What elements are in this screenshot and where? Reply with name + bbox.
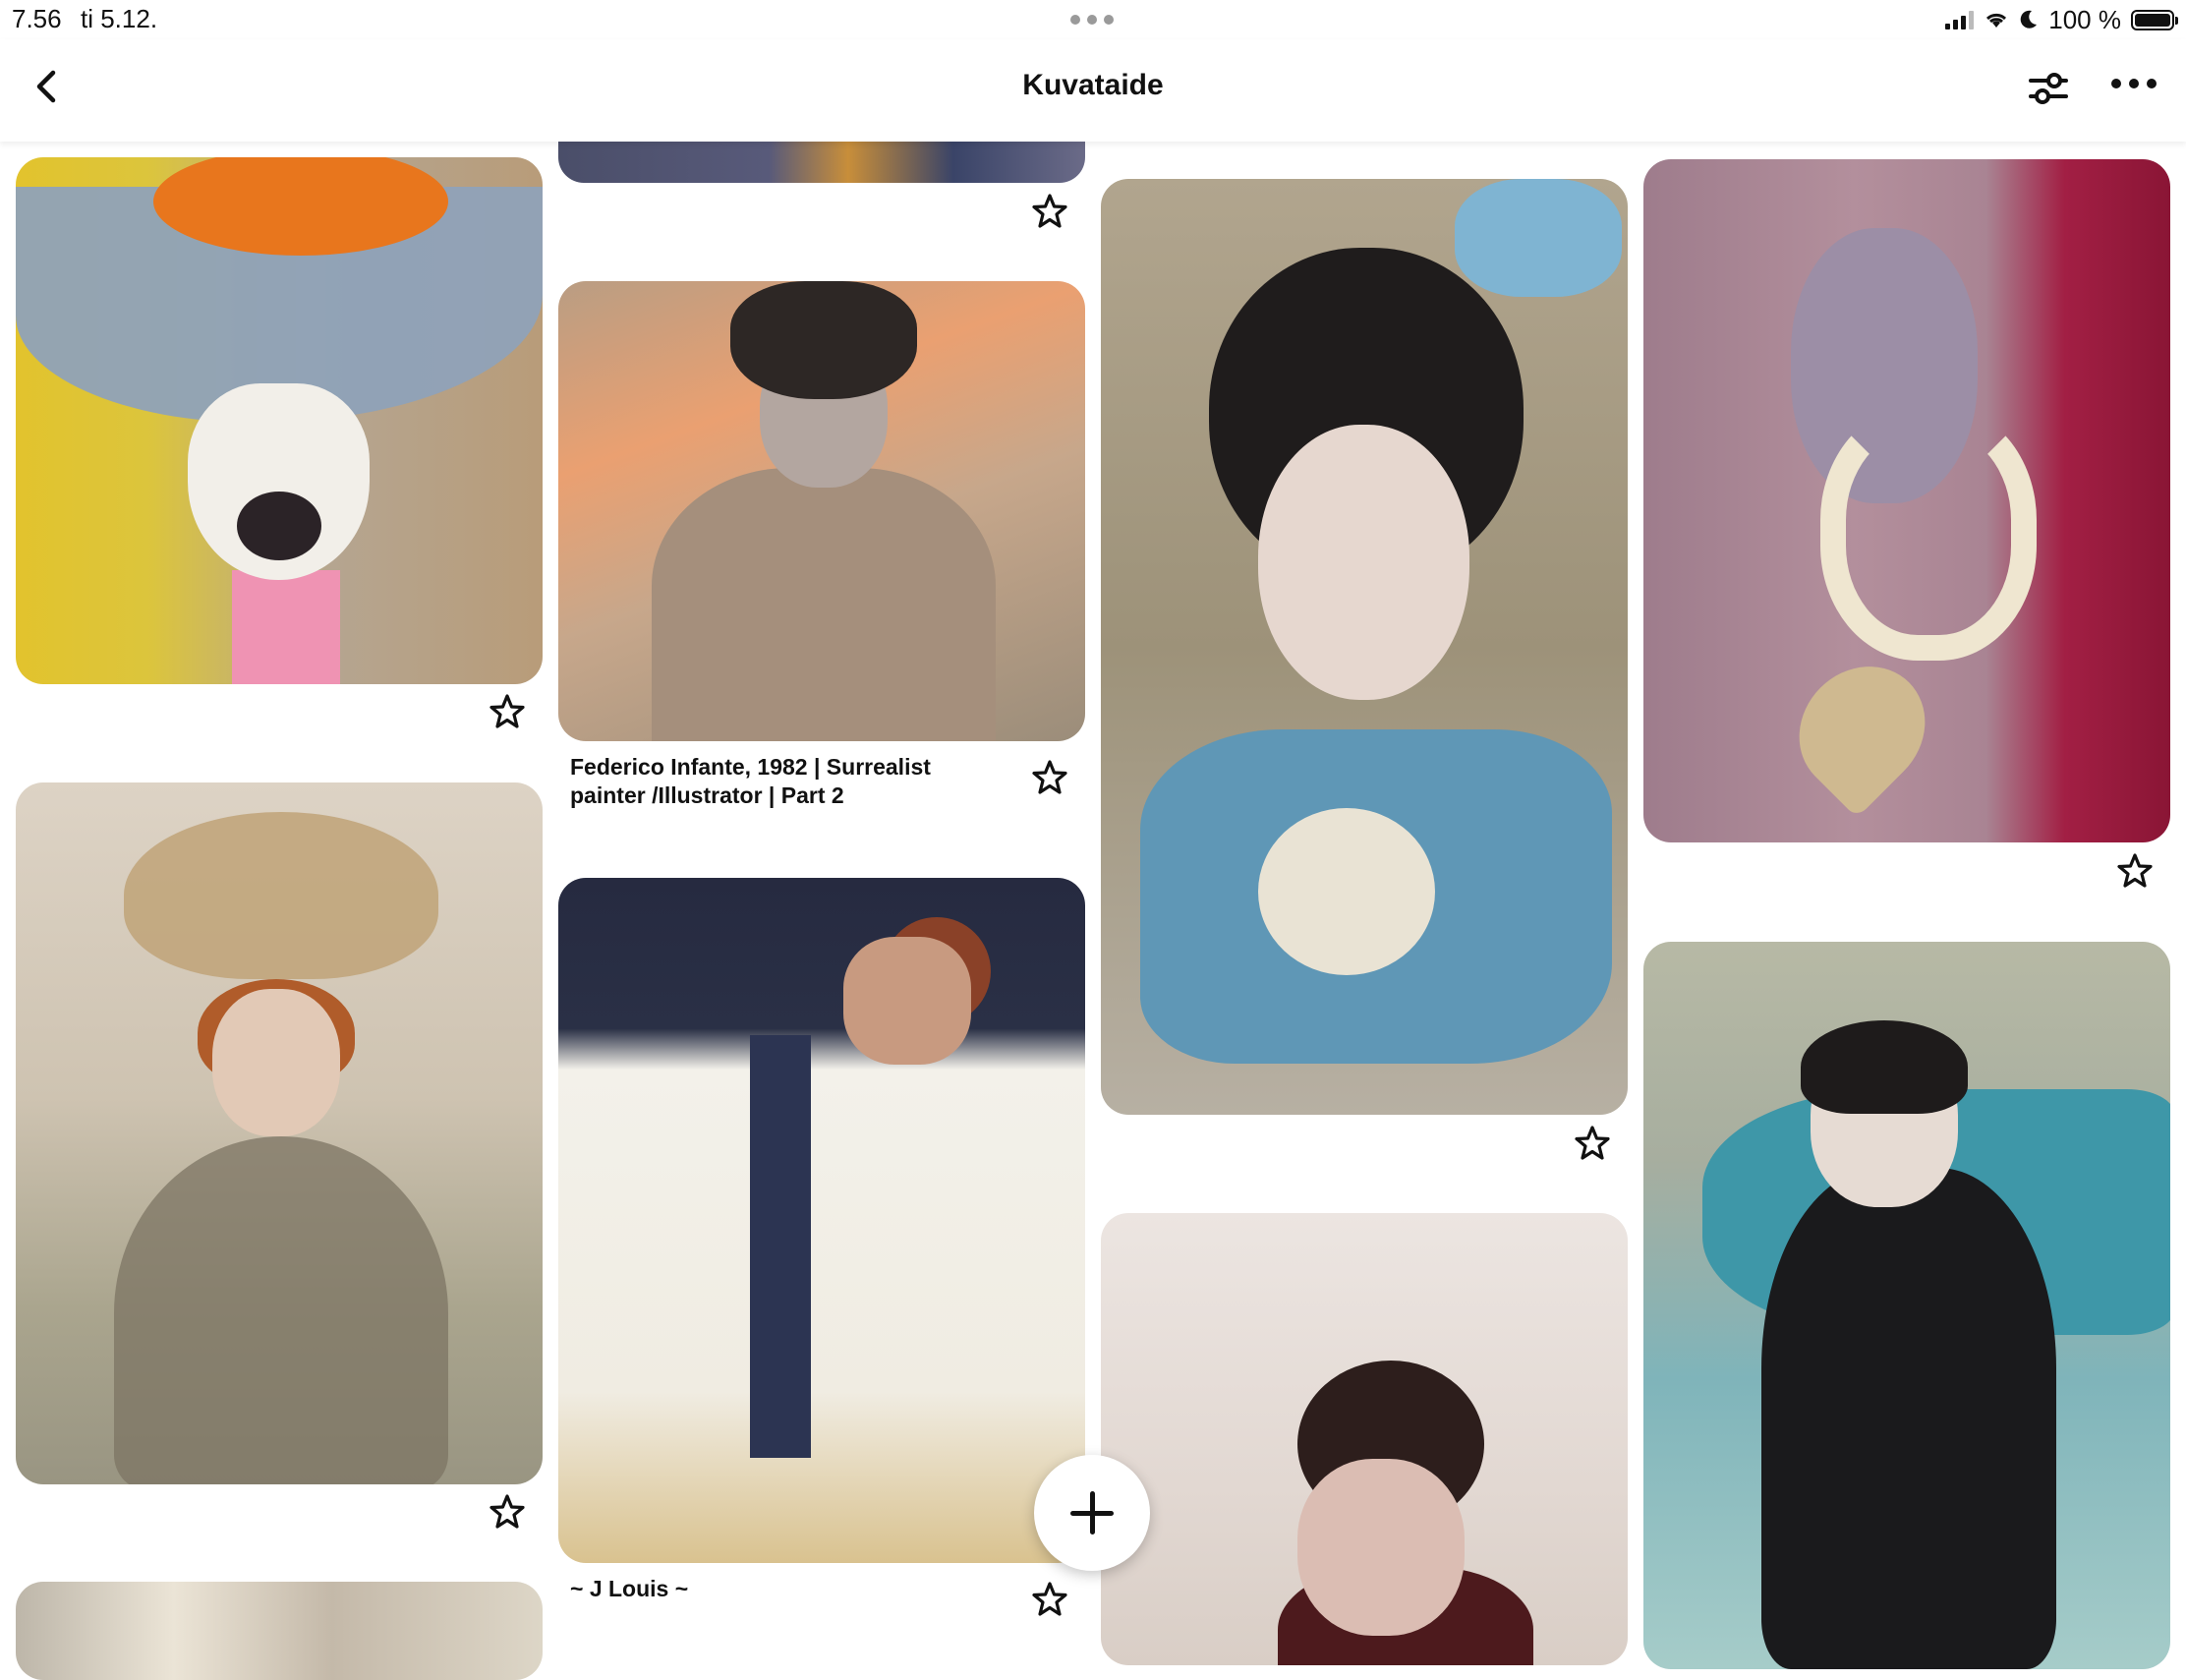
pin-collage-girl[interactable] — [1101, 179, 1628, 1115]
pin-caption[interactable]: ~ J Louis ~ — [570, 1575, 993, 1603]
sliders-icon — [2029, 73, 2068, 104]
board-header: Kuvataide — [0, 39, 2186, 142]
save-star-icon[interactable] — [2116, 852, 2154, 890]
pin-j-louis[interactable] — [558, 878, 1085, 1563]
cellular-signal-icon — [1945, 10, 1975, 29]
more-options-button[interactable] — [2111, 79, 2158, 94]
pin-partial-painting[interactable] — [16, 1582, 543, 1680]
pin-image — [1643, 942, 2170, 1669]
save-star-icon[interactable] — [1574, 1125, 1611, 1162]
moon-icon — [2020, 10, 2038, 29]
pin-image — [1101, 179, 1628, 1115]
pin-image — [16, 1582, 543, 1680]
pin-caption[interactable]: Federico Infante, 1982 | Surrealist pain… — [570, 753, 993, 810]
pin-image — [1643, 159, 2170, 842]
wifi-icon — [1986, 13, 2007, 28]
pin-image — [558, 878, 1085, 1563]
pin-bird-girl-painting[interactable] — [16, 782, 543, 1484]
save-star-icon[interactable] — [1031, 759, 1068, 796]
ellipsis-icon — [2111, 79, 2121, 88]
pin-deer-painting[interactable] — [16, 157, 543, 684]
status-bar: 7.56 ti 5.12. 100 % — [0, 0, 2186, 39]
add-pin-button[interactable] — [1034, 1455, 1150, 1571]
save-star-icon[interactable] — [1031, 193, 1068, 230]
pin-woman-black-dress[interactable] — [1643, 942, 2170, 1669]
battery-icon — [2131, 9, 2178, 30]
page-title: Kuvataide — [1022, 69, 1164, 101]
filter-button[interactable] — [2027, 69, 2070, 108]
pin-image — [1101, 1213, 1628, 1665]
status-time: 7.56 — [12, 4, 62, 33]
battery-percent: 100 % — [2048, 4, 2121, 34]
pin-federico-infante[interactable] — [558, 281, 1085, 741]
pin-pink-woman[interactable] — [1643, 159, 2170, 842]
pin-woman-portrait[interactable] — [1101, 1213, 1628, 1665]
status-indicators: 100 % — [1945, 4, 2178, 35]
save-star-icon[interactable] — [1031, 1581, 1068, 1618]
multitasking-dots-icon[interactable] — [1070, 15, 1116, 25]
save-star-icon[interactable] — [489, 693, 526, 730]
pin-image — [16, 782, 543, 1484]
save-star-icon[interactable] — [489, 1493, 526, 1531]
pin-image — [558, 281, 1085, 741]
status-date: ti 5.12. — [81, 4, 158, 33]
pin-image — [16, 157, 543, 684]
